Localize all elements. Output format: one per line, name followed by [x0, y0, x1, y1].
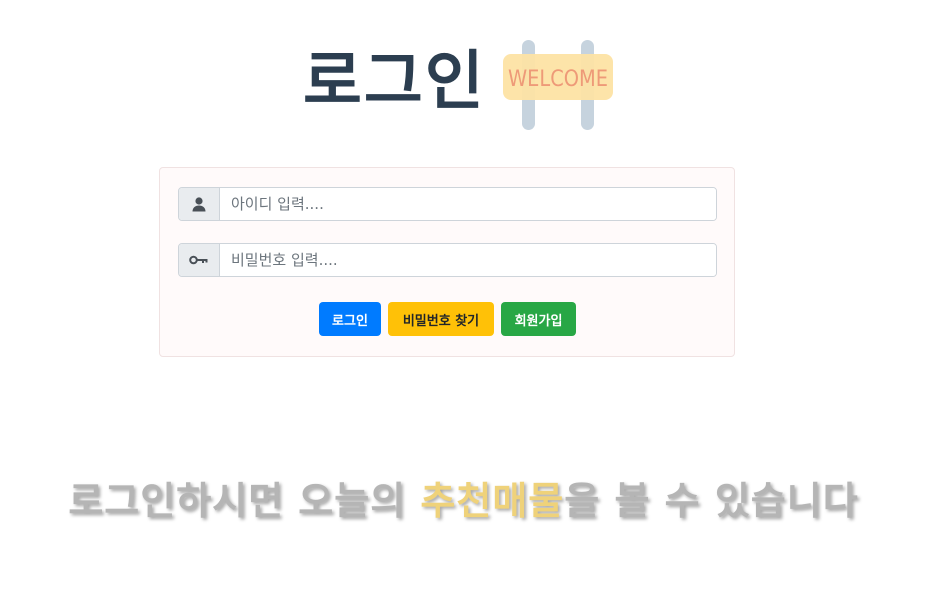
page-title: 로그인	[303, 45, 486, 119]
id-input-group	[178, 187, 717, 221]
title-row: 로그인 WELCOME	[0, 36, 927, 136]
signup-button[interactable]: 회원가입	[501, 302, 576, 336]
promo-message: 로그인하시면 오늘의 추천매물을 볼 수 있습니다	[0, 470, 927, 525]
user-icon	[179, 188, 220, 220]
key-icon	[179, 244, 220, 276]
login-button[interactable]: 로그인	[319, 302, 381, 336]
button-row: 로그인 비밀번호 찾기 회원가입	[160, 302, 734, 336]
welcome-sign-icon: WELCOME	[503, 40, 613, 130]
promo-text-after: 을 볼 수 있습니다	[564, 479, 859, 523]
welcome-sign-text: WELCOME	[508, 67, 608, 92]
id-input[interactable]	[220, 188, 716, 220]
login-card: 로그인 비밀번호 찾기 회원가입	[159, 167, 735, 357]
password-input-group	[178, 243, 717, 277]
promo-text-before: 로그인하시면 오늘의	[68, 479, 421, 523]
find-password-button[interactable]: 비밀번호 찾기	[388, 302, 494, 336]
password-input[interactable]	[220, 244, 716, 276]
promo-text-highlight: 추천매물	[420, 479, 565, 523]
